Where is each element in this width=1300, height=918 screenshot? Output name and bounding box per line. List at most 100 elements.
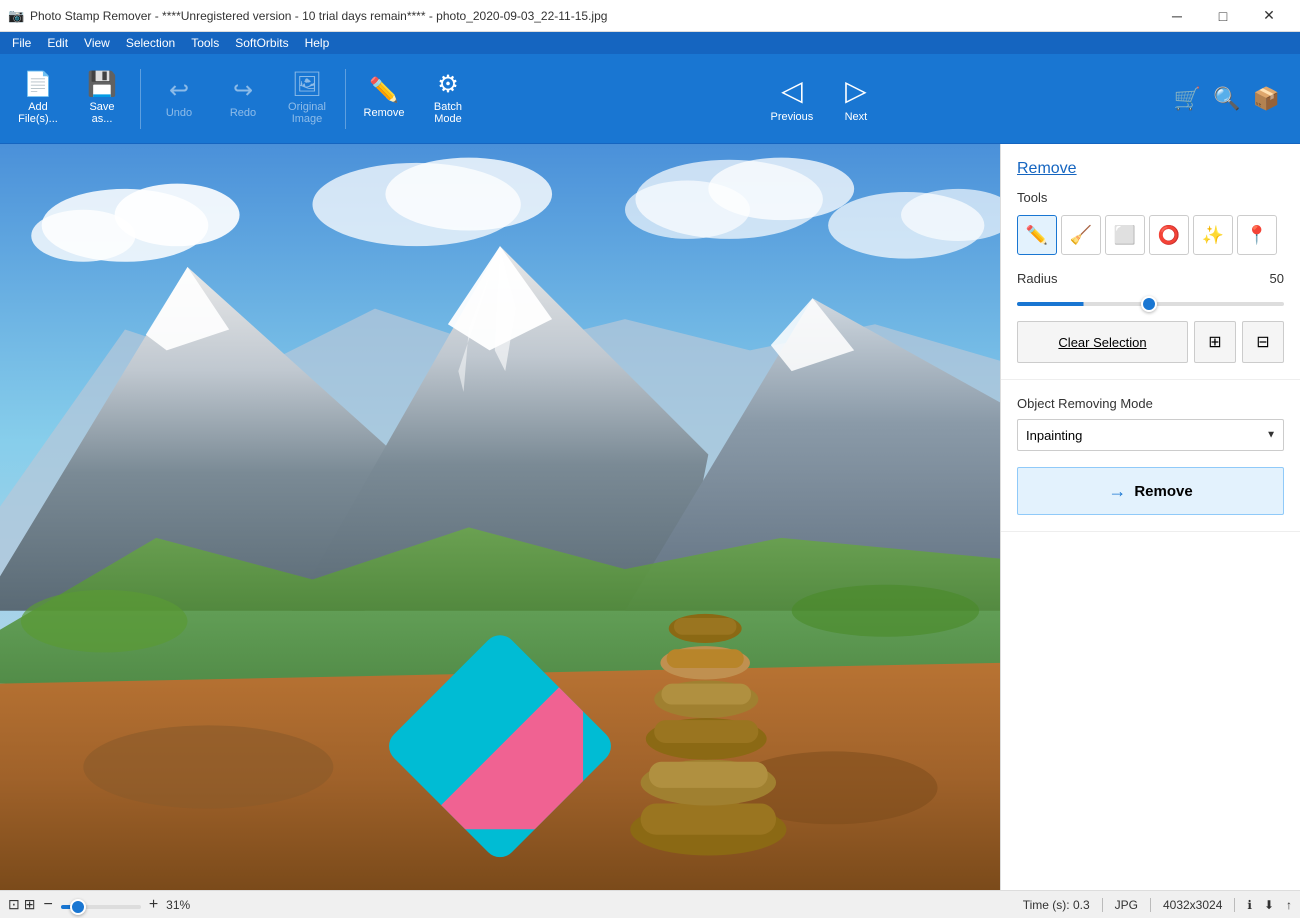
clear-selection-button[interactable]: Clear Selection bbox=[1017, 321, 1188, 363]
select-all-button[interactable]: ⊞ bbox=[1194, 321, 1236, 363]
menu-file[interactable]: File bbox=[4, 34, 39, 52]
undo-button[interactable]: ↩ Undo bbox=[149, 60, 209, 138]
zoom-slider[interactable] bbox=[61, 905, 141, 909]
remove-toolbar-label: Remove bbox=[364, 107, 405, 119]
menu-bar: File Edit View Selection Tools SoftOrbit… bbox=[0, 32, 1300, 54]
menu-tools[interactable]: Tools bbox=[183, 34, 227, 52]
undo-label: Undo bbox=[166, 107, 192, 119]
stamp-icon: 📍 bbox=[1246, 225, 1268, 246]
remove-toolbar-button[interactable]: ✏️ Remove bbox=[354, 60, 414, 138]
next-icon: ▷ bbox=[845, 74, 867, 107]
zoom-percent: 31% bbox=[166, 898, 190, 912]
radius-value: 50 bbox=[1270, 271, 1284, 286]
deselect-button[interactable]: ⊟ bbox=[1242, 321, 1284, 363]
tools-label: Tools bbox=[1017, 190, 1284, 205]
stamp-tool-button[interactable]: 📍 bbox=[1237, 215, 1277, 255]
add-files-icon: 📄 bbox=[23, 73, 53, 97]
status-bar: ⊡ ⊞ − + 31% Time (s): 0.3 JPG 4032x3024 … bbox=[0, 890, 1300, 918]
add-files-button[interactable]: 📄 Add File(s)... bbox=[8, 60, 68, 138]
original-image-button[interactable]: 🖼 Original Image bbox=[277, 60, 337, 138]
search-icon[interactable]: 🔍 bbox=[1209, 82, 1244, 116]
remove-button[interactable]: → Remove bbox=[1017, 467, 1284, 515]
eraser-tool-button[interactable]: 🧹 bbox=[1061, 215, 1101, 255]
save-as-icon: 💾 bbox=[87, 73, 117, 97]
lasso-tool-button[interactable]: ⭕ bbox=[1149, 215, 1189, 255]
clear-selection-row: Clear Selection ⊞ ⊟ bbox=[1017, 321, 1284, 363]
rect-select-icon: ⬜ bbox=[1114, 225, 1136, 246]
remove-arrow-icon: → bbox=[1108, 481, 1126, 502]
eraser-icon: 🧹 bbox=[1070, 225, 1092, 246]
magic-wand-tool-button[interactable]: ✨ bbox=[1193, 215, 1233, 255]
zoom-plus-button[interactable]: + bbox=[149, 896, 158, 914]
status-sep-1 bbox=[1102, 898, 1103, 912]
next-label: Next bbox=[845, 111, 868, 123]
add-files-label: Add File(s)... bbox=[18, 101, 58, 125]
zoom-slider-container bbox=[61, 898, 141, 912]
rect-select-tool-button[interactable]: ⬜ bbox=[1105, 215, 1145, 255]
image-area[interactable]: 2020 / 09 / 03 bbox=[0, 144, 1000, 890]
window-controls: ─ □ ✕ bbox=[1154, 0, 1292, 32]
save-as-button[interactable]: 💾 Save as... bbox=[72, 60, 132, 138]
status-sep-2 bbox=[1150, 898, 1151, 912]
separator-1 bbox=[140, 69, 141, 129]
window-title: Photo Stamp Remover - ****Unregistered v… bbox=[30, 9, 1154, 23]
undo-icon: ↩ bbox=[169, 79, 189, 103]
cart-icon[interactable]: 🛒 bbox=[1170, 82, 1205, 116]
remove-section: Remove Tools ✏️ 🧹 ⬜ ⭕ bbox=[1001, 144, 1300, 380]
select-all-icon: ⊞ bbox=[1208, 332, 1221, 352]
status-sep-3 bbox=[1234, 898, 1235, 912]
toolbar: 📄 Add File(s)... 💾 Save as... ↩ Undo ↪ R… bbox=[0, 54, 1300, 144]
radius-slider[interactable] bbox=[1017, 302, 1284, 306]
previous-button[interactable]: ◁ Previous bbox=[762, 60, 822, 138]
menu-view[interactable]: View bbox=[76, 34, 118, 52]
zoom-fit-icon[interactable]: ⊡ bbox=[8, 896, 20, 913]
radius-label: Radius bbox=[1017, 271, 1057, 286]
cube-icon[interactable]: 📦 bbox=[1249, 82, 1284, 116]
deselect-icon: ⊟ bbox=[1256, 332, 1269, 352]
status-right: Time (s): 0.3 JPG 4032x3024 ℹ ⬇ ↑ bbox=[1023, 898, 1292, 912]
dimensions-label: 4032x3024 bbox=[1163, 898, 1222, 912]
tools-row: ✏️ 🧹 ⬜ ⭕ ✨ 📍 bbox=[1017, 215, 1284, 255]
brush-icon: ✏️ bbox=[1026, 225, 1048, 246]
original-image-label: Original Image bbox=[288, 101, 326, 125]
magic-wand-icon: ✨ bbox=[1202, 225, 1224, 246]
minimize-button[interactable]: ─ bbox=[1154, 0, 1200, 32]
status-icons: ⊡ ⊞ bbox=[8, 896, 35, 913]
batch-mode-icon: ⚙ bbox=[437, 73, 459, 97]
batch-mode-button[interactable]: ⚙ Batch Mode bbox=[418, 60, 478, 138]
main-image: 2020 / 09 / 03 bbox=[0, 144, 1000, 890]
next-button[interactable]: ▷ Next bbox=[826, 60, 886, 138]
share-icon[interactable]: ↑ bbox=[1286, 898, 1292, 912]
zoom-actual-icon[interactable]: ⊞ bbox=[24, 896, 36, 913]
maximize-button[interactable]: □ bbox=[1200, 0, 1246, 32]
mode-section: Object Removing Mode Inpainting Content-… bbox=[1001, 380, 1300, 532]
main-content: 2020 / 09 / 03 Remove Tools ✏️ 🧹 ⬜ bbox=[0, 144, 1300, 890]
remove-button-label: Remove bbox=[1134, 483, 1192, 500]
time-label: Time (s): 0.3 bbox=[1023, 898, 1090, 912]
menu-help[interactable]: Help bbox=[297, 34, 338, 52]
menu-edit[interactable]: Edit bbox=[39, 34, 76, 52]
brush-tool-button[interactable]: ✏️ bbox=[1017, 215, 1057, 255]
previous-label: Previous bbox=[770, 111, 813, 123]
info-icon[interactable]: ℹ bbox=[1247, 898, 1252, 912]
lasso-icon: ⭕ bbox=[1158, 225, 1180, 246]
mode-select-wrapper: Inpainting Content-Aware Fill Blur Color… bbox=[1017, 419, 1284, 451]
download-icon[interactable]: ⬇ bbox=[1264, 898, 1274, 912]
close-button[interactable]: ✕ bbox=[1246, 0, 1292, 32]
title-bar: 📷 Photo Stamp Remover - ****Unregistered… bbox=[0, 0, 1300, 32]
radius-slider-container bbox=[1017, 294, 1284, 309]
previous-icon: ◁ bbox=[781, 74, 803, 107]
redo-label: Redo bbox=[230, 107, 256, 119]
separator-2 bbox=[345, 69, 346, 129]
menu-softorbits[interactable]: SoftOrbits bbox=[227, 34, 296, 52]
toolbar-right-icons: 🛒 🔍 📦 bbox=[1170, 82, 1292, 116]
redo-icon: ↪ bbox=[233, 79, 253, 103]
zoom-minus-button[interactable]: − bbox=[43, 896, 52, 914]
redo-button[interactable]: ↪ Redo bbox=[213, 60, 273, 138]
mode-label: Object Removing Mode bbox=[1017, 396, 1284, 411]
app-icon: 📷 bbox=[8, 8, 24, 24]
menu-selection[interactable]: Selection bbox=[118, 34, 183, 52]
mode-select[interactable]: Inpainting Content-Aware Fill Blur Color… bbox=[1017, 419, 1284, 451]
remove-toolbar-icon: ✏️ bbox=[369, 79, 399, 103]
format-label: JPG bbox=[1115, 898, 1138, 912]
